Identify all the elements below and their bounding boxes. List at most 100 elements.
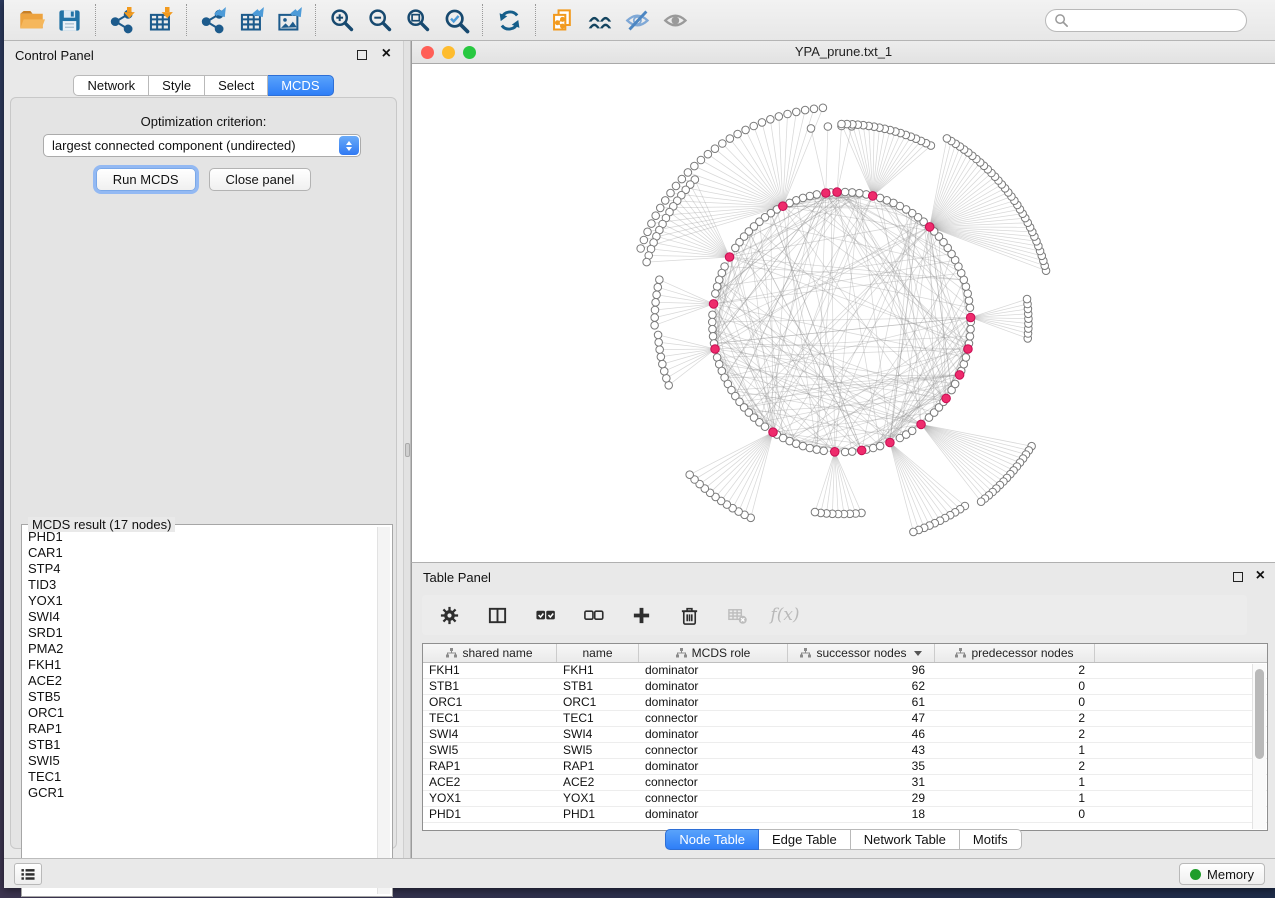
status-bar: Memory [4,858,1275,888]
export-table-button[interactable] [232,2,270,38]
network-graph[interactable] [412,64,1275,561]
mcds-result-item[interactable]: PMA2 [24,641,376,657]
column-settings-button[interactable] [434,600,464,630]
task-history-button[interactable] [14,863,42,885]
deselect-all-button[interactable] [578,600,608,630]
save-session-button[interactable] [50,2,88,38]
export-image-button[interactable] [270,2,308,38]
search-input[interactable] [1069,12,1246,30]
search-box[interactable] [1045,9,1247,32]
table-row[interactable]: FKH1FKH1dominator962 [423,663,1267,679]
mcds-result-item[interactable]: STB1 [24,737,376,753]
table-tab-motifs[interactable]: Motifs [960,829,1022,850]
mcds-result-item[interactable]: CAR1 [24,545,376,561]
open-session-button[interactable] [12,2,50,38]
mcds-result-item[interactable]: FKH1 [24,657,376,673]
delete-column-button[interactable] [674,600,704,630]
close-panel-icon[interactable]: × [382,45,391,63]
mcds-result-item[interactable]: TEC1 [24,769,376,785]
float-table-panel-icon[interactable] [1233,572,1243,582]
zoom-selected-button[interactable] [437,2,475,38]
vertical-splitter[interactable] [403,41,411,858]
birds-eye-view-button[interactable] [581,2,619,38]
close-window-button[interactable] [421,46,434,59]
network-mcds-hub-node [966,313,975,322]
column-header-name[interactable]: name [557,644,639,662]
table-tab-network-table[interactable]: Network Table [851,829,960,850]
mcds-result-item[interactable]: YOX1 [24,593,376,609]
table-row[interactable]: TEC1TEC1connector472 [423,711,1267,727]
table-cell: connector [639,711,788,726]
mcds-result-item[interactable]: GCR1 [24,785,376,801]
split-panel-button[interactable] [482,600,512,630]
hide-graphics-details-button[interactable] [619,2,657,38]
zoom-in-button[interactable] [323,2,361,38]
table-cell: 35 [788,759,935,774]
export-network-button[interactable] [194,2,232,38]
splitter-grip[interactable] [405,443,410,457]
select-all-button[interactable] [530,600,560,630]
table-tab-node-table[interactable]: Node Table [665,829,759,850]
table-scrollbar-thumb[interactable] [1255,669,1264,759]
refresh-view-button[interactable] [490,2,528,38]
table-scrollbar[interactable] [1252,664,1266,829]
mcds-result-item[interactable]: SRD1 [24,625,376,641]
network-node [869,444,877,452]
network-canvas[interactable] [412,64,1275,561]
mcds-result-item[interactable]: STP4 [24,561,376,577]
column-header-successor-nodes[interactable]: successor nodes [788,644,935,662]
table-row[interactable]: ORC1ORC1dominator610 [423,695,1267,711]
zoom-out-button[interactable] [361,2,399,38]
toolbar-separator [315,4,316,36]
tab-network[interactable]: Network [73,75,149,96]
zoom-window-button[interactable] [463,46,476,59]
toolbar-separator [95,4,96,36]
mcds-result-item[interactable]: ORC1 [24,705,376,721]
mcds-result-item[interactable]: SWI4 [24,609,376,625]
optimization-criterion-dropdown[interactable]: largest connected component (undirected) [43,134,361,157]
network-mcds-hub-node [857,446,866,455]
zoom-fit-button[interactable] [399,2,437,38]
table-cell: 2 [935,727,1095,742]
table-row[interactable]: PHD1PHD1dominator180 [423,807,1267,823]
mcds-result-item[interactable]: ACE2 [24,673,376,689]
mcds-list-scrollbar[interactable] [377,527,390,894]
column-header-predecessor-nodes[interactable]: predecessor nodes [935,644,1095,662]
show-graphics-details-button[interactable] [657,2,695,38]
tab-select[interactable]: Select [205,75,268,96]
network-mcds-hub-node [942,394,951,403]
copy-view-button[interactable] [543,2,581,38]
mcds-result-item[interactable]: PHD1 [24,529,376,545]
network-satellite-node [977,498,985,506]
network-mcds-hub-node [711,345,720,354]
table-row[interactable]: SWI5SWI5connector431 [423,743,1267,759]
import-table-button[interactable] [141,2,179,38]
network-node [962,354,970,362]
add-column-button[interactable] [626,600,656,630]
close-table-panel-icon[interactable]: × [1256,567,1265,585]
table-tab-edge-table[interactable]: Edge Table [759,829,851,850]
tab-style[interactable]: Style [149,75,205,96]
memory-button[interactable]: Memory [1179,863,1265,885]
table-row[interactable]: ACE2ACE2connector311 [423,775,1267,791]
table-row[interactable]: RAP1RAP1dominator352 [423,759,1267,775]
table-cell: STB1 [557,679,639,694]
table-row[interactable]: YOX1YOX1connector291 [423,791,1267,807]
minimize-window-button[interactable] [442,46,455,59]
mcds-result-item[interactable]: RAP1 [24,721,376,737]
mcds-result-list[interactable]: PHD1CAR1STP4TID3YOX1SWI4SRD1PMA2FKH1ACE2… [24,529,376,894]
table-panel-title: Table Panel [423,570,491,585]
tab-mcds[interactable]: MCDS [268,75,333,96]
float-panel-icon[interactable] [357,50,367,60]
table-row[interactable]: STB1STB1dominator620 [423,679,1267,695]
mcds-result-item[interactable]: TID3 [24,577,376,593]
table-row[interactable]: SWI4SWI4dominator462 [423,727,1267,743]
run-mcds-button[interactable]: Run MCDS [96,168,196,191]
column-header-shared-name[interactable]: shared name [423,644,557,662]
mcds-result-item[interactable]: STB5 [24,689,376,705]
close-panel-button[interactable]: Close panel [209,168,312,191]
mcds-result-item[interactable]: SWI5 [24,753,376,769]
column-header-MCDS-role[interactable]: MCDS role [639,644,788,662]
network-satellite-node [792,108,800,116]
import-network-button[interactable] [103,2,141,38]
